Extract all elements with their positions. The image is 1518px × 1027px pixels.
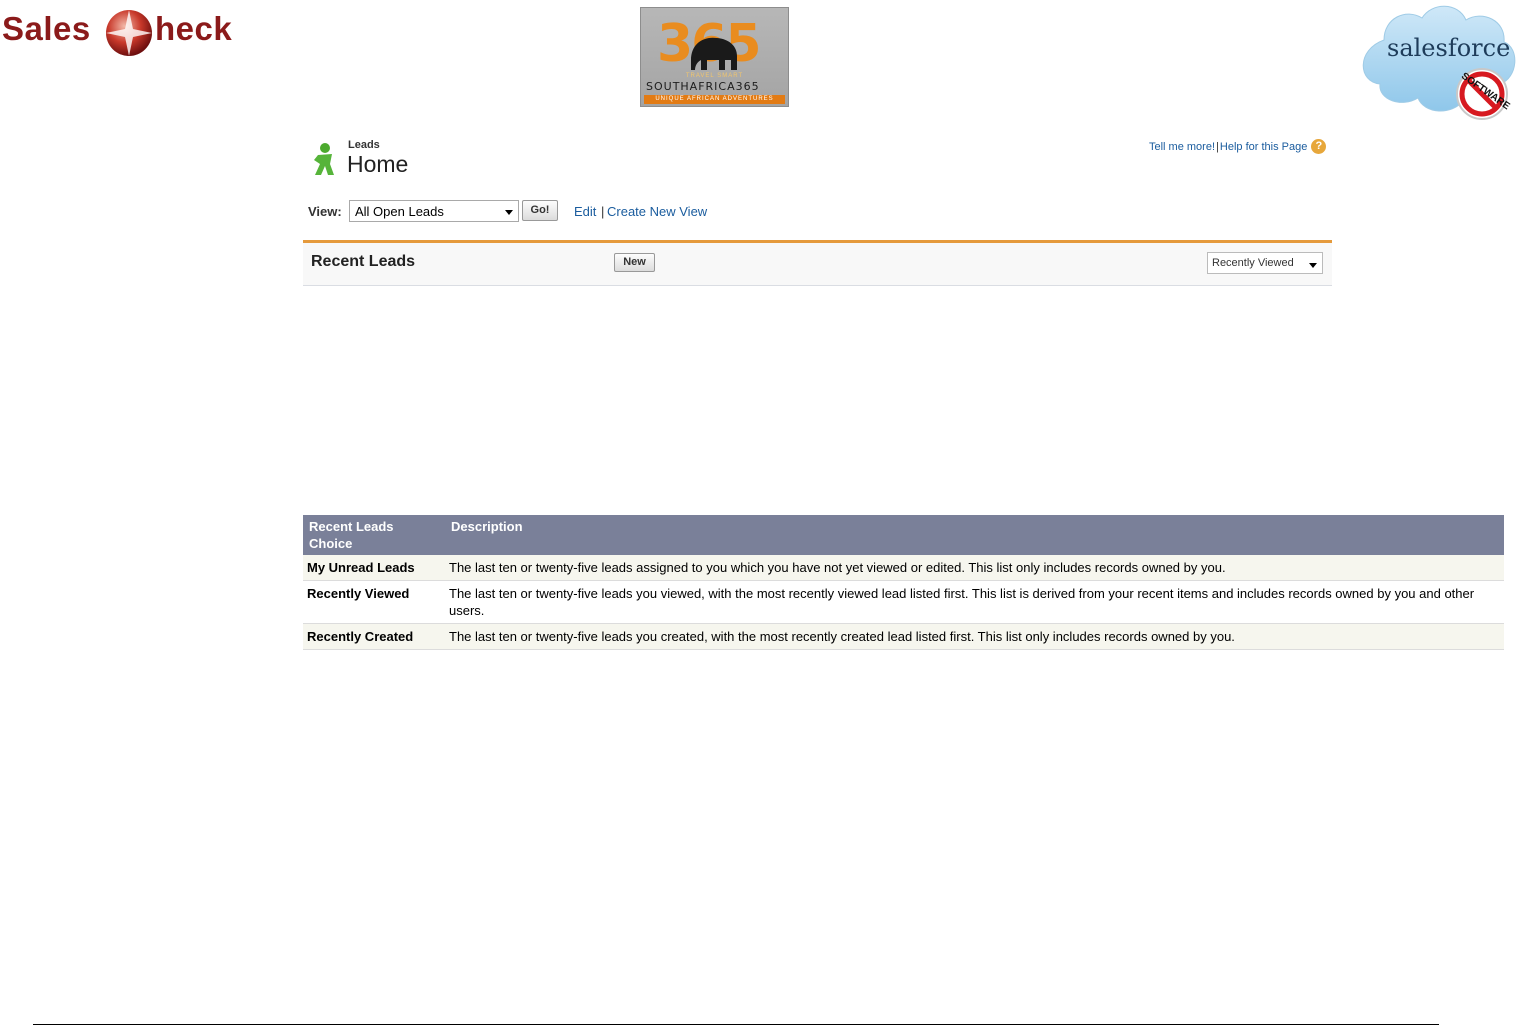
footer-divider [33, 1024, 1439, 1025]
sa365-name: SOUTHAFRICA365 [646, 80, 760, 93]
help-separator: | [1216, 140, 1219, 153]
sa365-tagline-bottom: UNIQUE AFRICAN ADVENTURES [644, 95, 785, 104]
breadcrumb: Leads [348, 139, 380, 151]
elephant-icon [691, 37, 737, 70]
salesforce-logo: salesforce SOFTWARE [1354, 0, 1518, 125]
sa365-tagline-top: TRAVEL SMART [685, 73, 744, 79]
recent-leads-title: Recent Leads [311, 253, 416, 270]
description-cell: The last ten or twenty-five leads you cr… [445, 623, 1504, 650]
choice-cell: Recently Viewed [303, 580, 445, 624]
table-row: Recently Viewed The last ten or twenty-f… [303, 580, 1504, 624]
recent-leads-choice-table: Recent Leads Choice Description My Unrea… [303, 515, 1504, 650]
southafrica365-logo: 365 TRAVEL SMART SOUTHAFRICA365 UNIQUE A… [640, 7, 789, 107]
help-links: Tell me more! | Help for this Page ? [1149, 139, 1327, 154]
description-cell: The last ten or twenty-five leads you vi… [445, 580, 1504, 624]
table-row: My Unread Leads The last ten or twenty-f… [303, 555, 1504, 581]
help-icon[interactable]: ? [1311, 139, 1327, 154]
globe-icon [106, 10, 152, 56]
help-for-page-link[interactable]: Help for this Page [1220, 141, 1307, 153]
salescheck-logo-text-2: heck [155, 10, 233, 47]
go-button[interactable]: Go! [522, 200, 558, 221]
recent-leads-panel: Recent Leads New Recently Viewed [303, 240, 1332, 286]
table-row: Recently Created The last ten or twenty-… [303, 623, 1504, 650]
salesforce-wordmark: salesforce [1387, 34, 1511, 62]
leads-person-icon [314, 143, 334, 175]
column-header-description: Description [445, 515, 1504, 555]
page-title: Home [347, 151, 409, 177]
description-cell: The last ten or twenty-five leads assign… [445, 555, 1504, 581]
view-select-value: All Open Leads [355, 204, 444, 219]
create-new-view-link[interactable]: Create New View [607, 204, 707, 219]
salescheck-logo-text-1: Sales [2, 10, 91, 47]
chevron-down-icon [505, 210, 513, 215]
link-separator: | [601, 204, 605, 219]
view-label: View: [308, 204, 342, 219]
new-lead-button[interactable]: New [614, 253, 655, 272]
edit-view-link[interactable]: Edit [574, 204, 596, 219]
tell-me-more-link[interactable]: Tell me more! [1149, 141, 1215, 153]
choice-cell: Recently Created [303, 623, 445, 650]
column-header-choice: Recent Leads Choice [303, 515, 445, 555]
choice-cell: My Unread Leads [303, 555, 445, 581]
view-select[interactable]: All Open Leads [349, 200, 519, 222]
table-header-row: Recent Leads Choice Description [303, 515, 1504, 555]
recent-leads-filter-select[interactable]: Recently Viewed [1207, 252, 1323, 274]
salescheck-logo: Sales heck [2, 6, 257, 58]
recent-filter-value: Recently Viewed [1212, 257, 1294, 269]
chevron-down-icon [1309, 263, 1317, 268]
